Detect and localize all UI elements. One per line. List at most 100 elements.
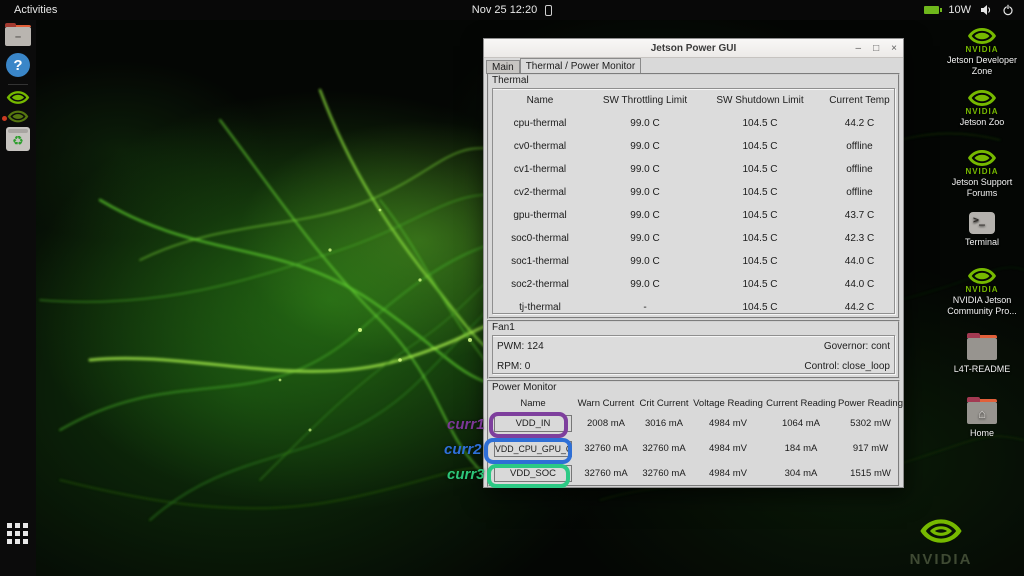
col-header: SW Shutdown Limit [716, 95, 804, 106]
clock[interactable]: Nov 25 12:20 [472, 4, 537, 16]
desktop-icon-label: Terminal [964, 237, 999, 247]
fan-panel: PWM: 124 Governor: cont RPM: 0 Control: … [492, 335, 895, 374]
power-monitor-section: Power Monitor Name Warn Current Crit Cur… [487, 380, 903, 487]
window-titlebar[interactable]: Jetson Power GUI – □ × [484, 39, 903, 58]
nvidia-wordmark: NVIDIA [965, 45, 999, 54]
fan-section-label: Fan1 [492, 322, 515, 333]
col-header: Crit Current [639, 397, 689, 409]
fan-section: Fan1 PWM: 124 Governor: cont RPM: 0 Cont… [487, 320, 900, 379]
desktop-icon-terminal[interactable]: >_ Terminal [940, 212, 1024, 248]
dock: – ? ♻ [0, 20, 36, 576]
phone-icon [545, 4, 553, 16]
question-glyph: ? [13, 56, 23, 74]
close-button[interactable]: × [891, 43, 897, 54]
terminal-icon: >_ [969, 212, 995, 234]
col-header: SW Throttling Limit [602, 95, 688, 106]
fan-rpm-value: RPM: 0 [497, 361, 531, 372]
jetson-power-gui-window: Jetson Power GUI – □ × Main Thermal / Po… [483, 38, 904, 488]
desktop-icon-nvidia-jetson-community[interactable]: NVIDIA NVIDIA Jetson Community Pro... [940, 266, 1024, 317]
files-icon: – [5, 23, 31, 46]
thermal-row: cv1-thermal 99.0 C 104.5 Coffline [513, 164, 873, 175]
power-monitor-row-vdd-in: VDD_IN 2008 mA 3016 mA 4984 mV 1064 mA 5… [489, 411, 898, 436]
nvidia-eye-icon [6, 91, 30, 104]
maximize-button[interactable]: □ [873, 43, 879, 54]
col-header: Name [520, 397, 546, 409]
dock-separator [8, 84, 28, 85]
nvidia-wordmark: NVIDIA [909, 551, 973, 568]
col-header: Current Temp [829, 95, 890, 106]
system-tray[interactable]: 10W [924, 4, 1024, 16]
fan-governor-value: Governor: cont [823, 341, 890, 352]
activities-button[interactable]: Activities [0, 4, 71, 16]
desktop-icon-jetson-developer-zone[interactable]: NVIDIA Jetson Developer Zone [940, 26, 1024, 77]
thermal-row: cv2-thermal 99.0 C 104.5 Coffline [513, 187, 873, 198]
recycle-icon: ♻ [12, 133, 24, 148]
nvidia-eye-icon [967, 150, 997, 166]
power-monitor-header: Name Warn Current Crit Current Voltage R… [489, 395, 903, 411]
desktop-icon-home[interactable]: ⌂ Home [940, 396, 1024, 439]
dock-item-jetson-power-gui[interactable] [0, 89, 36, 106]
trash-icon: ♻ [6, 127, 30, 151]
power-draw-label: 10W [948, 4, 971, 16]
nvidia-eye-icon [967, 268, 997, 284]
nvidia-eye-icon [967, 28, 997, 44]
desktop-icon-l4t-readme[interactable]: L4T-README [940, 332, 1024, 375]
thermal-row: soc1-thermal 99.0 C 104.5 C 44.0 C [511, 256, 875, 267]
dock-item-files[interactable]: – [0, 23, 36, 46]
col-header: Name [526, 95, 554, 106]
desktop-icon-jetson-zoo[interactable]: NVIDIA Jetson Zoo [940, 88, 1024, 128]
nvidia-eye-icon [7, 110, 29, 123]
window-title: Jetson Power GUI [650, 42, 737, 54]
home-folder-icon: ⌂ [967, 397, 997, 424]
volume-icon [981, 5, 991, 15]
col-header: Power Reading [838, 397, 903, 409]
rail-name-field[interactable]: VDD_CPU_GPU_CV [494, 440, 572, 457]
rail-name-field[interactable]: VDD_IN [494, 415, 572, 432]
thermal-table: Name SW Throttling Limit SW Shutdown Lim… [492, 88, 895, 314]
folder-icon [967, 333, 997, 360]
col-header: Current Reading [766, 397, 836, 409]
nvidia-wallpaper-logo: NVIDIA [886, 516, 996, 568]
minimize-button[interactable]: – [856, 43, 862, 54]
dock-item-trash[interactable]: ♻ [0, 127, 36, 151]
nvidia-eye-icon [967, 90, 997, 106]
thermal-row: cpu-thermal 99.0 C 104.5 C 44.2 C [513, 118, 875, 129]
thermal-row: cv0-thermal 99.0 C 104.5 Coffline [513, 141, 873, 152]
tab-main[interactable]: Main [486, 60, 520, 74]
nvidia-wordmark: NVIDIA [965, 107, 999, 116]
thermal-section-label: Thermal [492, 75, 529, 86]
battery-icon [924, 6, 943, 14]
desktop-icon-jetson-support-forums[interactable]: NVIDIA Jetson Support Forums [940, 148, 1024, 199]
desktop: NVIDIA Activities Nov 25 12:20 10W – ? ♻… [0, 0, 1024, 576]
col-header: Warn Current [577, 397, 635, 409]
desktop-icon-label: Jetson Support Forums [951, 177, 1013, 198]
col-header: Voltage Reading [693, 397, 763, 409]
tab-thermal-power-monitor[interactable]: Thermal / Power Monitor [519, 58, 642, 74]
desktop-icon-label: L4T-README [953, 364, 1011, 374]
top-bar: Activities Nov 25 12:20 10W [0, 0, 1024, 20]
rail-name-field[interactable]: VDD_SOC [494, 465, 572, 482]
house-glyph: ⌂ [978, 405, 986, 421]
power-monitor-row-vdd-soc: VDD_SOC 32760 mA 32760 mA 4984 mV 304 mA… [489, 461, 898, 486]
thermal-row: soc2-thermal 99.0 C 104.5 C 44.0 C [511, 279, 875, 290]
power-menu-icon [1003, 4, 1013, 16]
thermal-row: tj-thermal -104.5 C 44.2 C [519, 302, 875, 313]
dock-item-help[interactable]: ? [0, 53, 36, 77]
thermal-row: gpu-thermal 99.0 C 104.5 C 43.7 C [513, 210, 875, 221]
files-minus-glyph: – [14, 30, 22, 43]
thermal-table-header: Name SW Throttling Limit SW Shutdown Lim… [493, 89, 894, 112]
power-monitor-section-label: Power Monitor [492, 382, 557, 393]
desktop-icon-label: Jetson Developer Zone [946, 55, 1018, 76]
fan-control-value: Control: close_loop [804, 361, 890, 372]
desktop-icon-label: NVIDIA Jetson Community Pro... [947, 295, 1017, 316]
help-icon: ? [6, 53, 30, 77]
dock-item-nvidia-secondary[interactable] [0, 109, 36, 124]
tab-bar: Main Thermal / Power Monitor [486, 58, 642, 74]
fan-pwm-value: PWM: 124 [497, 341, 544, 352]
thermal-row: soc0-thermal 99.0 C 104.5 C 42.3 C [511, 233, 875, 244]
show-applications-button[interactable] [7, 523, 28, 544]
power-monitor-row-vdd-cpu-gpu-cv: VDD_CPU_GPU_CV 32760 mA 32760 mA 4984 mV… [489, 436, 898, 461]
nvidia-eye-icon [920, 519, 962, 543]
nvidia-wordmark: NVIDIA [965, 285, 999, 294]
desktop-icon-label: Home [969, 428, 994, 438]
